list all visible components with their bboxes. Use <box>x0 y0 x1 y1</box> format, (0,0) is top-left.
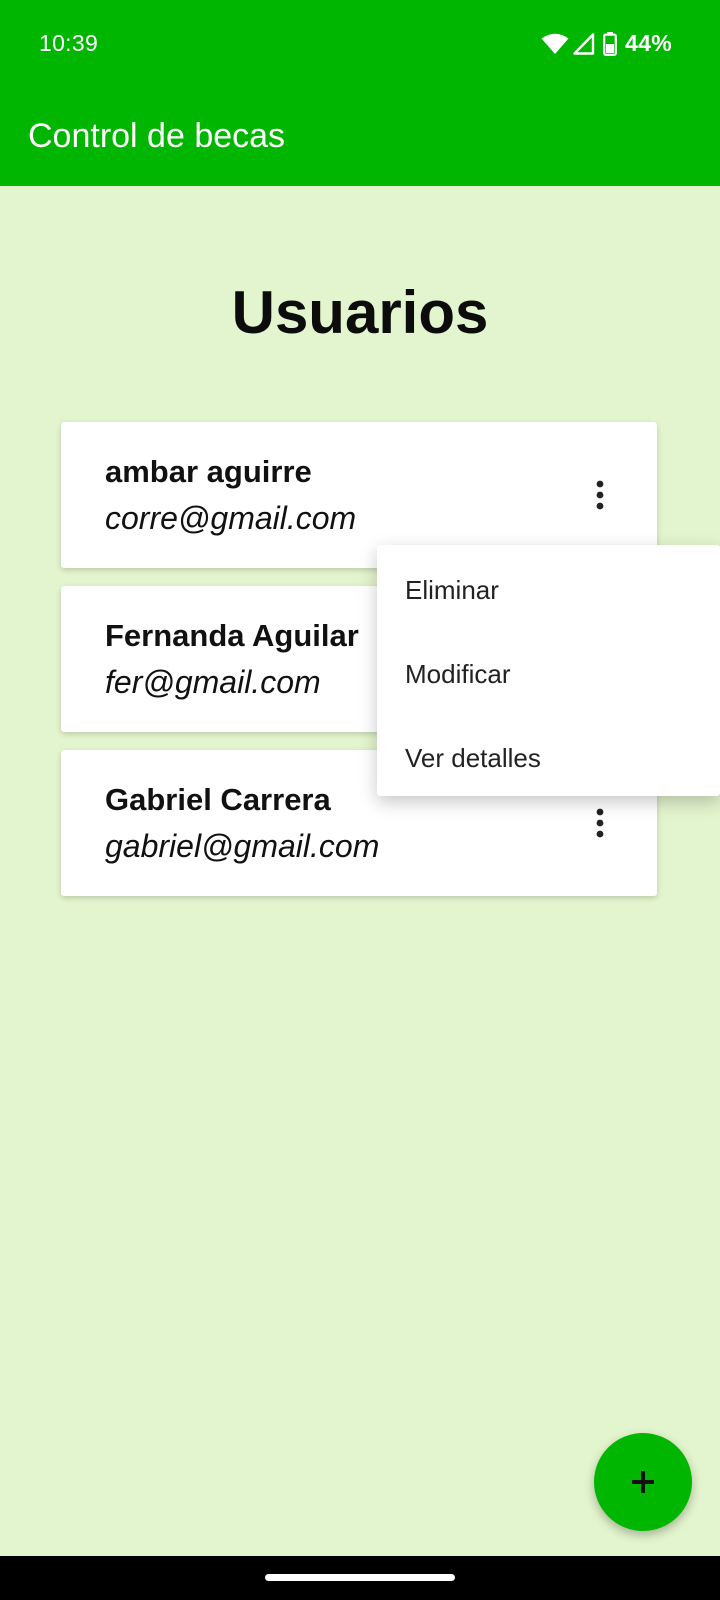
system-nav-bar <box>0 1556 720 1600</box>
user-email: corre@gmail.com <box>105 500 357 536</box>
page-title: Usuarios <box>231 279 489 346</box>
status-time: 10:39 <box>39 30 99 56</box>
user-name: Gabriel Carrera <box>105 782 331 817</box>
app-bar: 10:39 44% Control de becas <box>0 0 720 186</box>
user-email: gabriel@gmail.com <box>105 828 380 864</box>
battery-icon <box>603 31 617 56</box>
wifi-icon <box>541 33 569 55</box>
options-menu: Eliminar Modificar Ver detalles <box>377 545 720 796</box>
menu-item-ver-detalles[interactable]: Ver detalles <box>405 743 541 774</box>
user-email: fer@gmail.com <box>105 664 321 700</box>
more-vert-icon[interactable] <box>595 808 605 838</box>
home-gesture-handle[interactable] <box>265 1574 455 1581</box>
plus-icon <box>632 1471 654 1493</box>
user-name: ambar aguirre <box>105 454 312 489</box>
status-icons: 44% <box>541 30 672 57</box>
add-user-button[interactable] <box>594 1433 692 1531</box>
menu-item-eliminar[interactable]: Eliminar <box>405 575 499 606</box>
battery-percent: 44% <box>625 30 672 56</box>
app-title: Control de becas <box>28 117 286 155</box>
user-name: Fernanda Aguilar <box>105 618 359 653</box>
more-vert-icon[interactable] <box>595 480 605 510</box>
menu-item-modificar[interactable]: Modificar <box>405 659 510 690</box>
cell-signal-icon <box>573 32 595 55</box>
